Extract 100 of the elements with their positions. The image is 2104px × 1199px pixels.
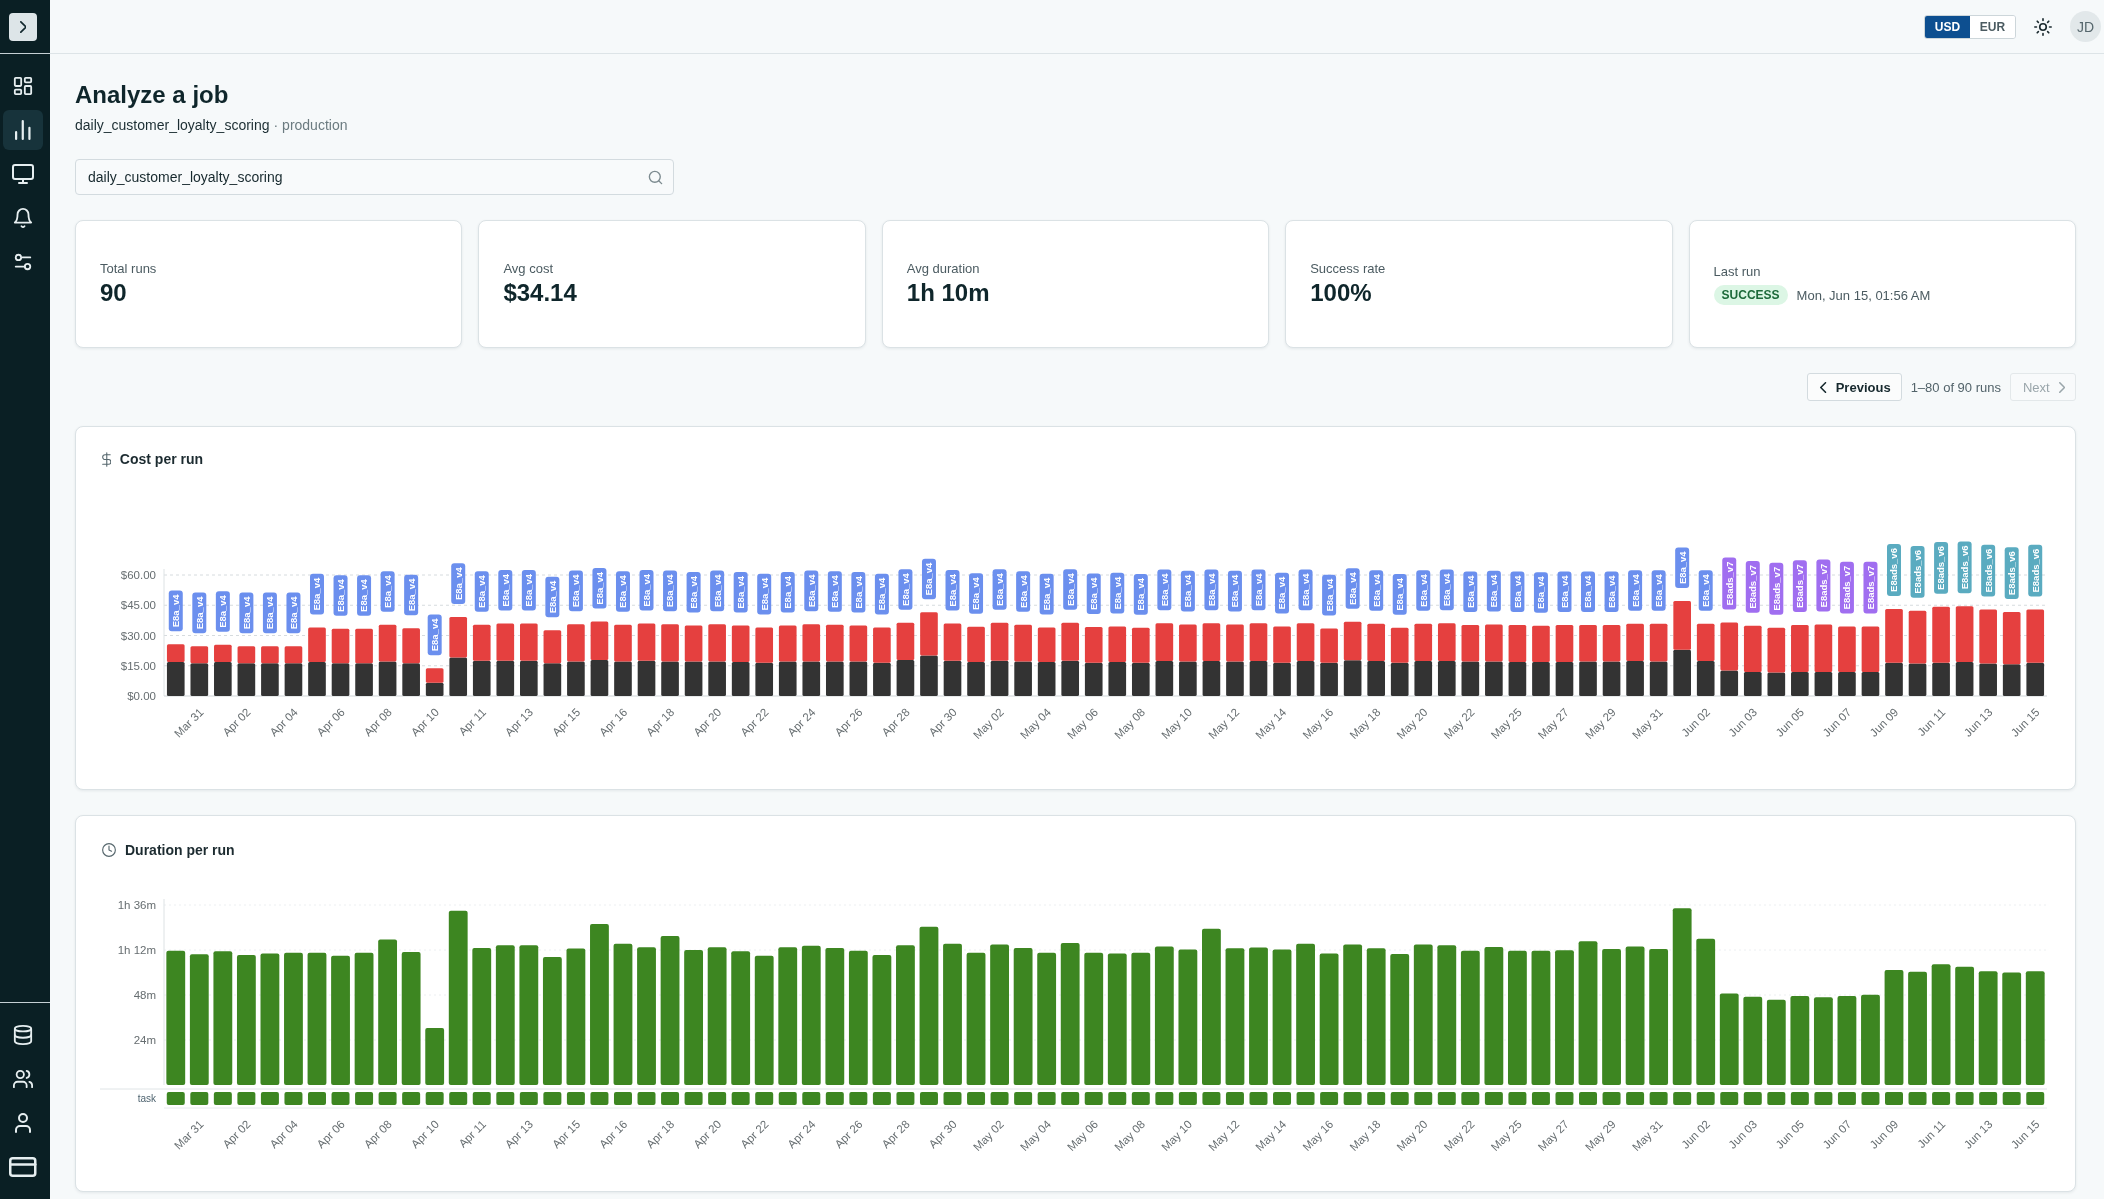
bar-segment	[308, 662, 326, 696]
bar-segment	[331, 628, 350, 664]
date-label: Jun 05	[1773, 1117, 1807, 1151]
instance-tag: E8a_v4	[804, 570, 819, 612]
date-label: May 25	[1488, 1117, 1524, 1154]
task-marker	[1037, 1092, 1056, 1105]
instance-tag: E8a_v4	[639, 570, 654, 611]
instance-tag: E8a_v4	[992, 569, 1007, 610]
previous-button[interactable]: Previous	[1807, 373, 1902, 401]
instance-tag: E8a_v4	[1298, 569, 1313, 611]
bar-segment	[637, 623, 656, 661]
instance-tag: E8a_v4	[851, 572, 866, 613]
task-marker	[896, 1092, 915, 1105]
task-marker	[943, 1092, 962, 1105]
task-marker	[1861, 1092, 1880, 1105]
bar-segment	[731, 662, 750, 696]
bar-segment	[826, 661, 844, 696]
date-label: Apr 02	[220, 1117, 253, 1151]
bar-segment	[1226, 624, 1244, 662]
date-label: May 14	[1253, 705, 1289, 742]
task-marker	[1837, 1092, 1856, 1105]
date-label: Apr 08	[361, 1117, 394, 1151]
instance-tag: E8a_v4	[1086, 573, 1101, 615]
task-marker	[1296, 1092, 1315, 1105]
task-marker	[1932, 1092, 1951, 1105]
date-label: Mar 31	[171, 705, 206, 740]
date-label: May 27	[1535, 1117, 1571, 1154]
bar-segment	[543, 630, 562, 664]
bar-segment	[425, 668, 444, 683]
instance-tag: E8a_v4	[262, 592, 277, 634]
task-marker	[778, 1092, 797, 1105]
date-label: May 29	[1582, 1117, 1618, 1154]
bar-segment	[308, 627, 326, 663]
date-label: Apr 04	[267, 1117, 300, 1151]
bar-chart-icon	[15, 120, 31, 140]
task-marker	[1014, 1092, 1033, 1105]
instance-tag: E8a_v4	[451, 563, 466, 604]
date-label: Apr 06	[314, 705, 347, 739]
date-label: May 04	[1017, 1117, 1054, 1154]
bar-segment	[472, 660, 491, 696]
nav-item[interactable]	[3, 110, 43, 150]
date-label: Jun 15	[2008, 1117, 2042, 1151]
bar-segment	[849, 625, 868, 662]
bar-segment	[1437, 660, 1456, 696]
date-label: Apr 24	[785, 1117, 818, 1151]
task-marker	[1908, 1092, 1927, 1105]
task-marker	[661, 1092, 680, 1105]
date-label: Apr 10	[408, 1117, 442, 1151]
bar-segment	[1414, 623, 1433, 661]
task-marker	[1461, 1092, 1480, 1105]
sidebar-toggle-button[interactable]	[9, 12, 37, 41]
date-label: May 10	[1159, 705, 1195, 742]
task-marker	[1555, 1092, 1574, 1105]
date-label: May 31	[1629, 705, 1666, 742]
bar-segment	[402, 628, 420, 664]
bar-segment	[1202, 660, 1221, 696]
instance-tag: E8a_v4	[945, 570, 960, 611]
search-field[interactable]: daily_customer_loyalty_scoring	[75, 159, 674, 195]
instance-tag: E8a_v4	[310, 573, 324, 615]
date-label: Jun 09	[1867, 1117, 1901, 1151]
instance-tag: E8a_v4	[710, 570, 725, 612]
date-label: Apr 15	[549, 1117, 583, 1151]
instance-tag: E8a_v4	[757, 573, 772, 615]
date-label: May 27	[1535, 705, 1571, 742]
currency-option[interactable]: USD	[1925, 15, 1970, 38]
instance-tag: E8ads_v7	[1745, 561, 1760, 613]
task-marker	[825, 1092, 844, 1105]
bar-segment	[1485, 661, 1503, 696]
instance-tag: E8a_v4	[969, 573, 984, 614]
bar-segment	[614, 661, 632, 696]
task-marker	[1579, 1092, 1597, 1105]
bar-segment	[1390, 627, 1409, 663]
bar-segment	[1673, 601, 1691, 650]
bar-segment	[1061, 622, 1079, 661]
stat-value: $34.14	[503, 278, 577, 308]
bar-segment	[496, 623, 515, 661]
task-marker	[2026, 1092, 2045, 1105]
bar-segment	[1202, 623, 1221, 661]
bar-segment	[661, 624, 679, 662]
bar-segment	[708, 624, 726, 662]
sun-icon[interactable]	[2034, 17, 2052, 36]
currency-option[interactable]: EUR	[1970, 15, 2015, 38]
task-marker	[919, 1092, 938, 1105]
bar-segment	[1320, 662, 1338, 696]
task-marker	[425, 1092, 444, 1105]
instance-tag: E8a_v4	[1392, 574, 1407, 615]
instance-tag: E8a_v4	[921, 558, 936, 600]
bar-segment	[1696, 623, 1715, 661]
user-avatar[interactable]: JD	[2070, 11, 2101, 42]
axis-label: $0.00	[127, 690, 156, 702]
bar-segment	[1555, 625, 1574, 663]
clock-icon	[102, 843, 116, 857]
instance-tag: E8a_v4	[1604, 571, 1619, 612]
task-marker	[990, 1092, 1009, 1105]
date-label: Apr 18	[644, 1117, 677, 1151]
instance-tag: E8a_v4	[521, 570, 536, 611]
bar-segment	[449, 657, 468, 696]
bar-segment	[543, 663, 562, 696]
date-label: May 02	[970, 1117, 1006, 1154]
status-tag: SUCCESS	[1713, 285, 1788, 305]
